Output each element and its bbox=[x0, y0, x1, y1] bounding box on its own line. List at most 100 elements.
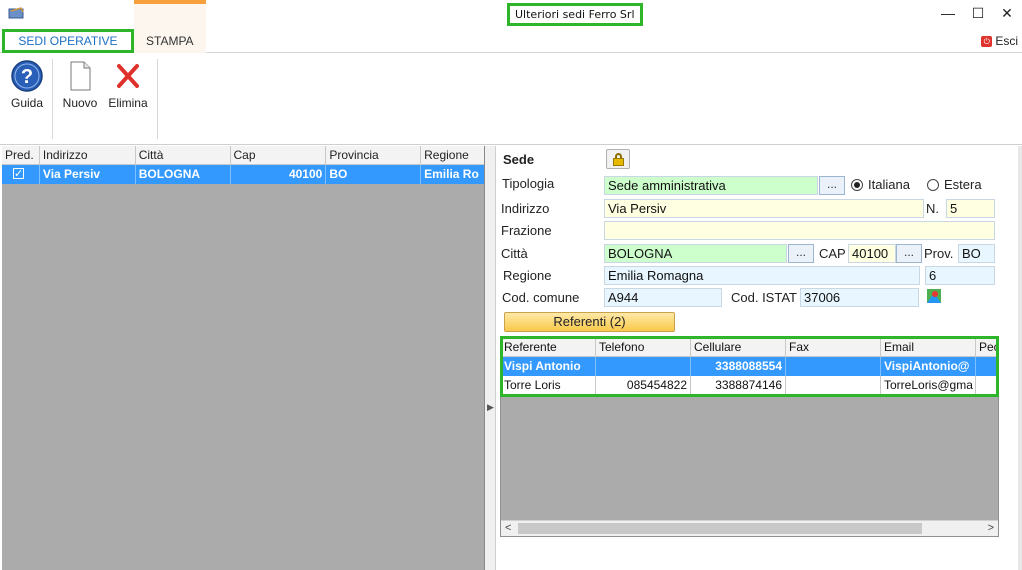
lock-icon-body bbox=[613, 158, 624, 166]
cap-label: CAP bbox=[819, 246, 846, 261]
esci-label: Esci bbox=[995, 34, 1018, 48]
close-button[interactable]: ✕ bbox=[997, 4, 1017, 24]
guida-button[interactable]: ? Guida bbox=[8, 59, 46, 110]
table-cell: Via Persiv bbox=[40, 165, 136, 184]
delete-icon bbox=[117, 64, 139, 88]
table-cell: 3388088554 bbox=[691, 357, 786, 376]
numero-field[interactable]: 5 bbox=[946, 199, 995, 218]
cap-field[interactable]: 40100 bbox=[848, 244, 896, 263]
column-header[interactable]: Regione bbox=[421, 146, 484, 164]
cod-istat-field[interactable]: 37006 bbox=[800, 288, 919, 307]
window-title: Ulteriori sedi Ferro Srl bbox=[507, 3, 643, 26]
tipologia-label: Tipologia bbox=[502, 176, 555, 191]
column-header[interactable]: Fax bbox=[786, 338, 881, 356]
numero-label: N. bbox=[926, 201, 939, 216]
table-cell: TorreLoris@gma bbox=[881, 376, 976, 395]
referenti-grid-header: Referente Telefono Cellulare Fax Email P… bbox=[501, 338, 998, 357]
sede-heading: Sede bbox=[503, 152, 535, 167]
chevron-right-icon[interactable]: ▶ bbox=[487, 402, 494, 413]
radio-estera-label: Estera bbox=[944, 177, 982, 192]
sedi-grid-header: Pred. Indirizzo Città Cap Provincia Regi… bbox=[2, 146, 484, 165]
column-header[interactable]: Indirizzo bbox=[40, 146, 136, 164]
citta-field[interactable]: BOLOGNA bbox=[604, 244, 787, 263]
ribbon-tabs: STAMPA SEDI OPERATIVE ⏻ Esci bbox=[0, 4, 1022, 53]
tab-stampa[interactable]: STAMPA bbox=[134, 4, 206, 53]
citta-label: Città bbox=[501, 246, 528, 261]
ribbon-separator bbox=[52, 59, 53, 139]
prov-field[interactable]: BO bbox=[958, 244, 995, 263]
table-cell bbox=[976, 376, 998, 395]
tab-stampa-label: STAMPA bbox=[146, 34, 194, 48]
referenti-button[interactable]: Referenti (2) bbox=[504, 312, 675, 332]
panel-splitter[interactable] bbox=[485, 146, 496, 570]
scrollbar-thumb[interactable] bbox=[518, 523, 922, 534]
referenti-grid: Referente Telefono Cellulare Fax Email P… bbox=[500, 337, 999, 537]
nuovo-label: Nuovo bbox=[62, 96, 98, 110]
table-cell: Vispi Antonio bbox=[501, 357, 596, 376]
regione-label: Regione bbox=[503, 268, 552, 283]
sedi-grid: Pred. Indirizzo Città Cap Provincia Regi… bbox=[2, 146, 485, 570]
cod-comune-label: Cod. comune bbox=[502, 290, 580, 305]
cod-comune-field[interactable]: A944 bbox=[604, 288, 722, 307]
sede-form: Sede Tipologia Sede amministrativa ... I… bbox=[496, 146, 1022, 570]
table-cell bbox=[976, 357, 998, 376]
radio-italiana-label: Italiana bbox=[868, 177, 910, 192]
column-header[interactable]: Cellulare bbox=[691, 338, 786, 356]
frazione-field[interactable] bbox=[604, 221, 995, 240]
indirizzo-label: Indirizzo bbox=[501, 201, 550, 216]
ribbon-separator bbox=[157, 59, 158, 139]
cod-istat-label: Cod. ISTAT bbox=[731, 290, 797, 305]
app-icon bbox=[8, 7, 24, 19]
radio-italiana[interactable] bbox=[851, 179, 863, 191]
pred-checkbox[interactable] bbox=[13, 165, 24, 184]
table-row[interactable]: Vispi Antonio 3388088554 VispiAntonio@ bbox=[501, 357, 998, 376]
elimina-label: Elimina bbox=[108, 96, 148, 110]
regione-code-field[interactable]: 6 bbox=[925, 266, 995, 285]
column-header[interactable]: Email bbox=[881, 338, 976, 356]
indirizzo-field[interactable]: Via Persiv bbox=[604, 199, 924, 218]
nuovo-button[interactable]: Nuovo bbox=[58, 59, 102, 110]
column-header[interactable]: Pred. bbox=[2, 146, 40, 164]
guida-label: Guida bbox=[10, 96, 44, 110]
table-cell: 40100 bbox=[231, 165, 327, 184]
table-row[interactable]: Via Persiv BOLOGNA 40100 BO Emilia Ro bbox=[2, 165, 484, 184]
citta-lookup-button[interactable]: ... bbox=[788, 244, 814, 263]
table-cell: BOLOGNA bbox=[136, 165, 231, 184]
scroll-left-icon[interactable]: < bbox=[505, 522, 511, 534]
map-icon[interactable] bbox=[927, 289, 941, 303]
power-icon: ⏻ bbox=[981, 35, 993, 47]
lock-button[interactable] bbox=[606, 149, 630, 169]
table-row[interactable]: Torre Loris 085454822 3388874146 TorreLo… bbox=[501, 376, 998, 395]
help-icon: ? bbox=[11, 60, 43, 92]
ribbon-toolbar: ? Guida Nuovo Elimina bbox=[0, 53, 1022, 145]
tab-sedi-operative[interactable]: SEDI OPERATIVE bbox=[2, 29, 134, 53]
radio-estera[interactable] bbox=[927, 179, 939, 191]
column-header[interactable]: Telefono bbox=[596, 338, 691, 356]
esci-button[interactable]: ⏻ Esci bbox=[981, 34, 1018, 48]
scroll-right-icon[interactable]: > bbox=[988, 522, 994, 534]
column-header[interactable]: Provincia bbox=[326, 146, 422, 164]
prov-label: Prov. bbox=[924, 246, 954, 261]
table-cell: BO bbox=[326, 165, 422, 184]
regione-field[interactable]: Emilia Romagna bbox=[604, 266, 920, 285]
table-cell bbox=[596, 357, 691, 376]
pred-cell[interactable] bbox=[2, 165, 40, 184]
table-cell bbox=[786, 357, 881, 376]
tipologia-lookup-button[interactable]: ... bbox=[819, 176, 845, 195]
column-header[interactable]: Cap bbox=[231, 146, 327, 164]
column-header[interactable]: Referente bbox=[501, 338, 596, 356]
horizontal-scrollbar[interactable]: < > bbox=[501, 520, 998, 536]
maximize-button[interactable]: ☐ bbox=[968, 4, 988, 24]
table-cell: Torre Loris bbox=[501, 376, 596, 395]
tipologia-field[interactable]: Sede amministrativa bbox=[604, 176, 818, 195]
new-document-icon bbox=[70, 61, 91, 91]
column-header[interactable]: Città bbox=[136, 146, 231, 164]
table-cell: VispiAntonio@ bbox=[881, 357, 976, 376]
column-header[interactable]: Pec bbox=[976, 338, 998, 356]
minimize-button[interactable]: — bbox=[938, 4, 958, 24]
table-cell: Emilia Ro bbox=[424, 167, 479, 181]
svg-text:?: ? bbox=[21, 66, 33, 88]
elimina-button[interactable]: Elimina bbox=[104, 59, 152, 110]
cap-lookup-button[interactable]: ... bbox=[896, 244, 922, 263]
vertical-scrollbar[interactable] bbox=[1018, 146, 1022, 570]
